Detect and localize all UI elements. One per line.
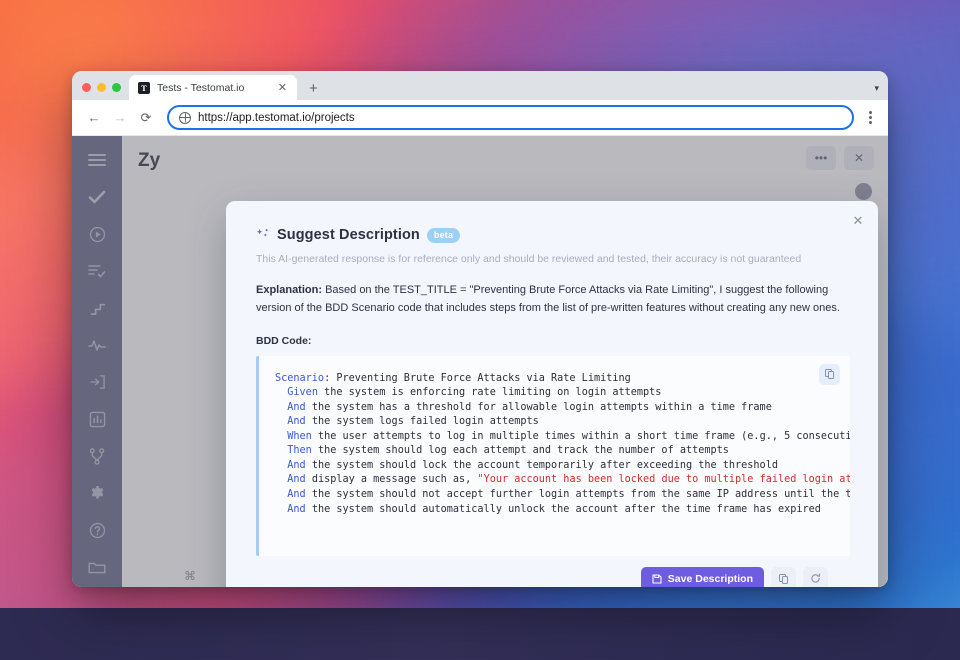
close-window-button[interactable] bbox=[82, 83, 91, 92]
code-keyword: And bbox=[287, 401, 306, 413]
code-keyword: And bbox=[287, 416, 306, 428]
address-bar[interactable]: https://app.testomat.io/projects bbox=[167, 105, 854, 130]
tab-favicon: T bbox=[138, 81, 150, 94]
browser-tab-bar: T Tests - Testomat.io ✕ + ▾ bbox=[72, 71, 888, 100]
address-bar-value: https://app.testomat.io/projects bbox=[198, 111, 355, 124]
modal-action-row: Save Description bbox=[256, 556, 850, 587]
back-button[interactable]: ← bbox=[82, 106, 106, 130]
code-keyword: When bbox=[287, 430, 312, 442]
modal-content: Suggest Description beta This AI-generat… bbox=[226, 201, 878, 587]
code-keyword: Given bbox=[287, 387, 318, 399]
code-keyword: And bbox=[287, 459, 306, 471]
save-description-button[interactable]: Save Description bbox=[640, 566, 764, 587]
status-badge: beta bbox=[426, 227, 461, 243]
modal-explanation: Explanation: Based on the TEST_TITLE = "… bbox=[256, 282, 841, 318]
suggest-description-modal: ✕ Suggest Description beta This AI-gener… bbox=[226, 201, 878, 587]
code-line: And the system should not accept further… bbox=[287, 489, 850, 500]
code-line: And the system should lock the account t… bbox=[287, 459, 778, 471]
code-string: "Your account has been locked due to mul… bbox=[477, 474, 850, 486]
code-line: When the user attempts to log in multipl… bbox=[287, 430, 850, 442]
tab-title: Tests - Testomat.io bbox=[157, 81, 245, 94]
code-line: And the system logs failed login attempt… bbox=[287, 416, 539, 428]
copy-code-icon[interactable] bbox=[819, 363, 840, 385]
browser-toolbar: ← → ⟳ https://app.testomat.io/projects bbox=[72, 100, 888, 136]
save-description-label: Save Description bbox=[667, 572, 753, 585]
reload-button[interactable]: ⟳ bbox=[134, 106, 158, 130]
copy-description-button[interactable] bbox=[771, 566, 796, 587]
explanation-label: Explanation: bbox=[256, 284, 323, 296]
bdd-code-text: Scenario: Preventing Brute Force Attacks… bbox=[259, 356, 850, 517]
window-traffic-lights bbox=[82, 83, 129, 100]
code-line: Then the system should log each attempt … bbox=[287, 445, 729, 457]
bdd-code-label: BDD Code: bbox=[256, 334, 312, 347]
refresh-icon bbox=[811, 573, 820, 583]
modal-disclaimer: This AI-generated response is for refere… bbox=[256, 253, 802, 265]
code-line: Given the system is enforcing rate limit… bbox=[287, 387, 662, 399]
explanation-text: Based on the TEST_TITLE = "Preventing Br… bbox=[256, 284, 840, 314]
bdd-code-block: Scenario: Preventing Brute Force Attacks… bbox=[256, 355, 850, 556]
browser-menu-button[interactable] bbox=[863, 111, 878, 124]
chevron-down-icon[interactable]: ▾ bbox=[874, 83, 879, 94]
globe-icon bbox=[179, 111, 191, 124]
wallpaper-bottom-strip bbox=[0, 608, 960, 660]
tab-list-area: ▾ bbox=[874, 83, 888, 100]
code-line: And display a message such as, "Your acc… bbox=[275, 473, 850, 488]
code-keyword: Then bbox=[287, 445, 312, 457]
close-icon[interactable]: ✕ bbox=[276, 81, 289, 94]
new-tab-button[interactable]: + bbox=[297, 81, 328, 100]
modal-title: Suggest Description bbox=[277, 227, 420, 243]
code-keyword: Scenario bbox=[275, 372, 325, 384]
close-icon[interactable]: ✕ bbox=[850, 213, 866, 229]
regenerate-button[interactable] bbox=[803, 566, 828, 587]
forward-button[interactable]: → bbox=[108, 106, 132, 130]
code-keyword: And bbox=[287, 503, 306, 515]
save-icon bbox=[652, 574, 662, 584]
code-line: Scenario: Preventing Brute Force Attacks… bbox=[275, 372, 631, 384]
browser-tab[interactable]: T Tests - Testomat.io ✕ bbox=[129, 75, 297, 100]
sparkle-icon bbox=[256, 228, 270, 242]
modal-header: Suggest Description beta bbox=[256, 227, 850, 243]
browser-window: T Tests - Testomat.io ✕ + ▾ ← → ⟳ https:… bbox=[72, 71, 888, 587]
code-line: And the system should automatically unlo… bbox=[287, 503, 821, 515]
code-line: And the system has a threshold for allow… bbox=[287, 401, 772, 413]
desktop-wallpaper: T Tests - Testomat.io ✕ + ▾ ← → ⟳ https:… bbox=[0, 0, 960, 660]
minimize-window-button[interactable] bbox=[97, 83, 106, 92]
maximize-window-button[interactable] bbox=[112, 83, 121, 92]
code-keyword: And bbox=[287, 489, 306, 500]
code-keyword: And bbox=[287, 474, 306, 486]
